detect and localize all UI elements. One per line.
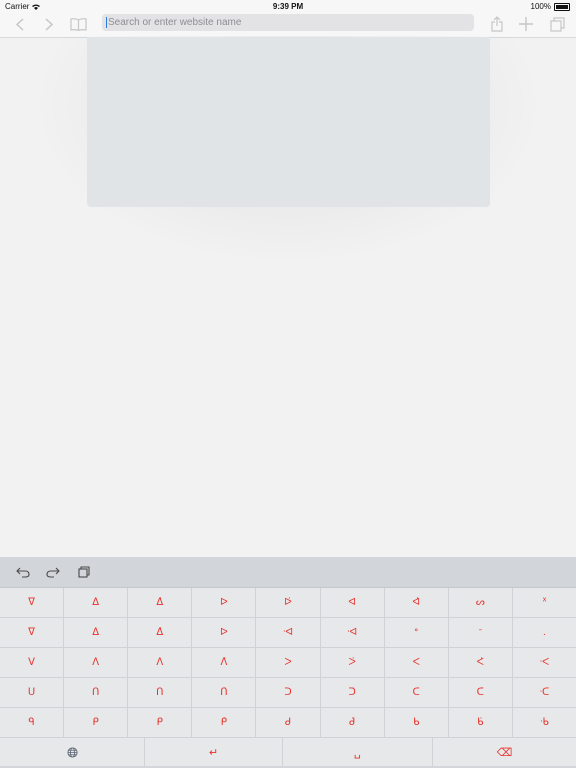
chevron-right-icon[interactable] [39,15,59,33]
key-row-3: ᐯ ᐱ ᐱ ᐱ̇ ᐳ ᐳ̇ ᐸ ᐸ̇ ᐧᐸ [0,648,576,678]
key[interactable]: ᐧᑲ [512,708,576,738]
key[interactable]: ᑎ [64,678,129,708]
key[interactable]: ᐧᐊ [256,618,321,648]
key[interactable]: ᐅ [192,618,257,648]
keyboard: ᐁ ᐃ ᐃ̇ ᐅ ᐅ̇ ᐊ ᐊ̇ ᔕ ᕽ ᐁ ᐃ ᐃ̇ ᐅ ᐧᐊ ᐧᐊ ᐤ ᐨ … [0,557,576,768]
tabs-icon[interactable] [547,15,567,33]
keyboard-shortcut-bar [0,557,576,588]
key[interactable]: ᐃ [64,588,129,618]
key-row-1: ᐁ ᐃ ᐃ̇ ᐅ ᐅ̇ ᐊ ᐊ̇ ᔕ ᕽ [0,588,576,618]
key[interactable]: ᐸ [384,648,449,678]
key[interactable]: ᐤ [384,618,449,648]
key-row-2: ᐁ ᐃ ᐃ̇ ᐅ ᐧᐊ ᐧᐊ ᐤ ᐨ . [0,618,576,648]
address-placeholder: Search or enter website name [108,17,242,28]
return-key[interactable]: ↵ [145,738,283,766]
key[interactable]: ᑲ [384,708,449,738]
key[interactable]: ᐁ [0,588,65,618]
suggestions-panel [87,37,490,207]
key-grid: ᐁ ᐃ ᐃ̇ ᐅ ᐅ̇ ᐊ ᐊ̇ ᔕ ᕽ ᐁ ᐃ ᐃ̇ ᐅ ᐧᐊ ᐧᐊ ᐤ ᐨ … [0,588,576,766]
key-row-bottom: ↵ ␣ ⌫ [0,738,576,766]
battery-icon [554,2,570,11]
book-icon[interactable] [68,15,88,33]
key[interactable]: ᐱ̇ [192,648,257,678]
battery-percent: 100% [530,2,551,11]
key[interactable]: ᐃ [64,618,129,648]
chevron-left-icon[interactable] [10,15,30,33]
key[interactable]: ᐅ [192,588,257,618]
space-key[interactable]: ␣ [283,738,433,766]
key[interactable]: ᔕ [448,588,513,618]
key[interactable]: ᐱ [64,648,129,678]
text-caret [106,17,107,28]
key[interactable]: ᐃ̇ [128,618,193,648]
key[interactable]: ᐊ [320,588,385,618]
key[interactable]: ᑯ [256,708,321,738]
status-time: 9:39 PM [272,2,304,11]
address-bar[interactable]: Search or enter website name [102,14,474,31]
key[interactable]: ᐨ [448,618,513,648]
key[interactable]: ᐁ [0,618,65,648]
key[interactable]: ᐧᐊ [320,618,385,648]
key[interactable]: ᑯ̇ [320,708,385,738]
clipboard-icon[interactable] [76,565,92,579]
key[interactable]: ᑕ̇ [448,678,513,708]
key[interactable]: ᐱ [128,648,193,678]
key[interactable]: ᐧᐸ [512,648,576,678]
key[interactable]: ᐳ [256,648,321,678]
key[interactable]: . [512,618,576,648]
key[interactable]: ᐅ̇ [256,588,321,618]
key-row-4: ᑌ ᑎ ᑎ ᑎ̇ ᑐ ᑐ̇ ᑕ ᑕ̇ ᐧᑕ [0,678,576,708]
undo-icon[interactable] [15,565,31,579]
key[interactable]: ᐧᑕ [512,678,576,708]
key[interactable]: ᑭ [128,708,193,738]
plus-icon[interactable] [516,15,536,33]
browser-toolbar: Search or enter website name [0,12,576,38]
key-row-5: ᑫ ᑭ ᑭ ᑭ̇ ᑯ ᑯ̇ ᑲ ᑲ̇ ᐧᑲ [0,708,576,738]
key[interactable]: ᑎ̇ [192,678,257,708]
key[interactable]: ᐸ̇ [448,648,513,678]
share-icon[interactable] [487,15,507,33]
key[interactable]: ᐃ̇ [128,588,193,618]
key[interactable]: ᐊ̇ [384,588,449,618]
globe-icon [66,746,78,758]
key[interactable]: ᐳ̇ [320,648,385,678]
key[interactable]: ᑎ [128,678,193,708]
key[interactable]: ᑫ [0,708,65,738]
status-bar: Carrier 9:39 PM 100% [0,0,576,12]
key[interactable]: ᑐ [256,678,321,708]
delete-key[interactable]: ⌫ [433,738,576,766]
globe-key[interactable] [0,738,145,766]
key[interactable]: ᐯ [0,648,65,678]
key[interactable]: ᑭ [64,708,129,738]
redo-icon[interactable] [45,565,61,579]
key[interactable]: ᑲ̇ [448,708,513,738]
key[interactable]: ᑭ̇ [192,708,257,738]
key[interactable]: ᕽ [512,588,576,618]
key[interactable]: ᑕ [384,678,449,708]
key[interactable]: ᑌ [0,678,65,708]
key[interactable]: ᑐ̇ [320,678,385,708]
